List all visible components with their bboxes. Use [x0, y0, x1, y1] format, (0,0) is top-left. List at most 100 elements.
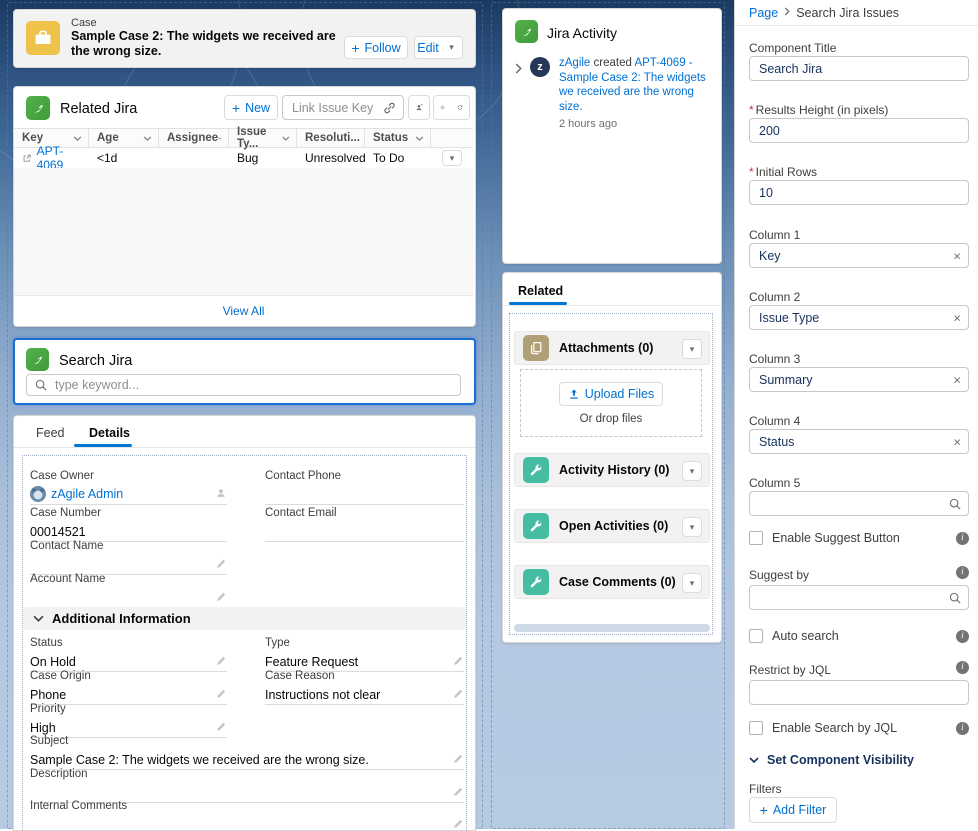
column-header-age[interactable]: Age	[89, 129, 159, 147]
related-jira-card: Related Jira + New Key Age Assignee Issu…	[13, 86, 476, 327]
edit-pencil-icon[interactable]	[453, 818, 464, 831]
case-owner-link[interactable]: zAgile Admin	[51, 487, 123, 501]
chevron-down-icon	[143, 136, 152, 141]
edit-pencil-icon[interactable]	[216, 655, 227, 669]
column-header-resolution[interactable]: Resoluti...	[297, 129, 365, 147]
jira-activity-title: Jira Activity	[547, 25, 617, 41]
cell-resolution: Unresolved	[297, 148, 365, 168]
change-owner-icon[interactable]	[215, 487, 227, 502]
column5-field	[749, 491, 969, 516]
horizontal-scrollbar[interactable]	[514, 624, 710, 632]
external-link-icon[interactable]	[22, 153, 32, 164]
clear-icon[interactable]: ×	[953, 310, 961, 325]
edit-pencil-icon[interactable]	[453, 688, 464, 702]
panel-divider	[735, 25, 978, 26]
column4-input[interactable]	[749, 429, 969, 454]
plus-icon: +	[351, 43, 359, 53]
column-header-assignee[interactable]: Assignee	[159, 129, 229, 147]
chevron-down-icon: ▾	[690, 522, 695, 533]
visibility-header-label: Set Component Visibility	[767, 753, 914, 767]
open-activities-list-header[interactable]: Open Activities (0) ▾	[514, 509, 710, 543]
clear-icon[interactable]: ×	[953, 248, 961, 263]
results-height-input[interactable]	[749, 118, 969, 143]
edit-pencil-icon[interactable]	[453, 753, 464, 767]
field-account-name: Account Name	[30, 573, 227, 608]
chevron-right-icon	[784, 7, 790, 19]
case-comments-actions-dropdown-button[interactable]: ▾	[682, 573, 702, 593]
attachments-list-header[interactable]: Attachments (0) ▾	[514, 331, 710, 365]
search-jira-card[interactable]: Search Jira	[13, 338, 476, 405]
expand-chevron-icon[interactable]	[515, 61, 522, 79]
add-filter-button[interactable]: + Add Filter	[749, 797, 837, 823]
edit-pencil-icon[interactable]	[216, 558, 227, 572]
new-issue-button[interactable]: + New	[224, 95, 278, 120]
record-detail-region: Case Owner zAgile Admin Contact Phone Ca…	[22, 455, 467, 831]
refresh-button[interactable]	[451, 95, 470, 120]
view-all-link[interactable]: View All	[223, 304, 265, 318]
tabs-divider	[503, 305, 719, 306]
breadcrumb-page-link[interactable]: Page	[749, 6, 778, 20]
activity-history-list-header[interactable]: Activity History (0) ▾	[514, 453, 710, 487]
clear-icon[interactable]: ×	[953, 434, 961, 449]
assign-user-button[interactable]	[408, 95, 430, 120]
auto-search-checkbox[interactable]	[749, 629, 763, 643]
column3-label: Column 3	[749, 352, 800, 366]
edit-pencil-icon[interactable]	[453, 786, 464, 800]
column4-field: ×	[749, 429, 969, 454]
case-comments-list-header[interactable]: Case Comments (0) ▾	[514, 565, 710, 599]
column3-input[interactable]	[749, 367, 969, 392]
column2-input[interactable]	[749, 305, 969, 330]
keyword-search-input[interactable]	[26, 374, 461, 396]
clear-icon[interactable]: ×	[953, 372, 961, 387]
field-subject: Subject Sample Case 2: The widgets we re…	[30, 735, 464, 770]
suggest-by-input[interactable]	[749, 585, 969, 610]
auto-search-row: Auto search	[749, 629, 839, 643]
set-component-visibility-header[interactable]: Set Component Visibility	[749, 753, 914, 767]
edit-pencil-icon[interactable]	[216, 688, 227, 702]
component-title-input[interactable]	[749, 56, 969, 81]
tab-feed[interactable]: Feed	[36, 426, 65, 440]
edit-pencil-icon[interactable]	[216, 721, 227, 735]
follow-button[interactable]: + Follow	[344, 36, 408, 59]
info-icon[interactable]: i	[956, 630, 969, 643]
open-activities-actions-dropdown-button[interactable]: ▾	[682, 517, 702, 537]
settings-gear-button[interactable]	[433, 95, 452, 120]
row-actions-dropdown-button[interactable]: ▾	[442, 150, 462, 166]
column4-label: Column 4	[749, 414, 800, 428]
info-icon[interactable]: i	[956, 532, 969, 545]
restrict-jql-input[interactable]	[749, 680, 969, 705]
drop-files-label: Or drop files	[580, 413, 643, 425]
column1-input[interactable]	[749, 243, 969, 268]
enable-suggest-checkbox[interactable]	[749, 531, 763, 545]
chevron-down-icon	[33, 615, 44, 622]
case-actions-dropdown-button[interactable]: ▾	[441, 36, 463, 59]
tab-related[interactable]: Related	[518, 284, 563, 298]
link-icon[interactable]	[383, 101, 396, 114]
edit-button[interactable]: Edit	[414, 36, 442, 59]
edit-pencil-icon[interactable]	[453, 655, 464, 669]
search-icon	[35, 379, 47, 391]
info-icon[interactable]: i	[956, 566, 969, 579]
required-asterisk: *	[749, 103, 754, 117]
field-status: Status On Hold	[30, 637, 227, 672]
column5-input[interactable]	[749, 491, 969, 516]
enable-search-jql-checkbox[interactable]	[749, 721, 763, 735]
edit-pencil-icon[interactable]	[216, 591, 227, 605]
initial-rows-input[interactable]	[749, 180, 969, 205]
column-header-status[interactable]: Status	[365, 129, 431, 147]
tab-details[interactable]: Details	[89, 426, 130, 440]
upload-files-button[interactable]: Upload Files	[559, 382, 663, 406]
file-drop-zone[interactable]: Upload Files Or drop files	[520, 369, 702, 437]
section-additional-information[interactable]: Additional Information	[23, 607, 466, 630]
column-header-issue-type[interactable]: Issue Ty...	[229, 129, 297, 147]
chevron-down-icon: ▾	[449, 42, 454, 53]
column5-label: Column 5	[749, 476, 800, 490]
info-icon[interactable]: i	[956, 722, 969, 735]
search-jira-title: Search Jira	[59, 353, 132, 369]
activity-user-link[interactable]: zAgile	[559, 57, 590, 69]
info-icon[interactable]: i	[956, 661, 969, 674]
properties-panel: Page Search Jira Issues Component Title …	[734, 0, 978, 829]
attachments-actions-dropdown-button[interactable]: ▾	[682, 339, 702, 359]
link-issue-key-field	[282, 95, 404, 120]
activity-history-actions-dropdown-button[interactable]: ▾	[682, 461, 702, 481]
